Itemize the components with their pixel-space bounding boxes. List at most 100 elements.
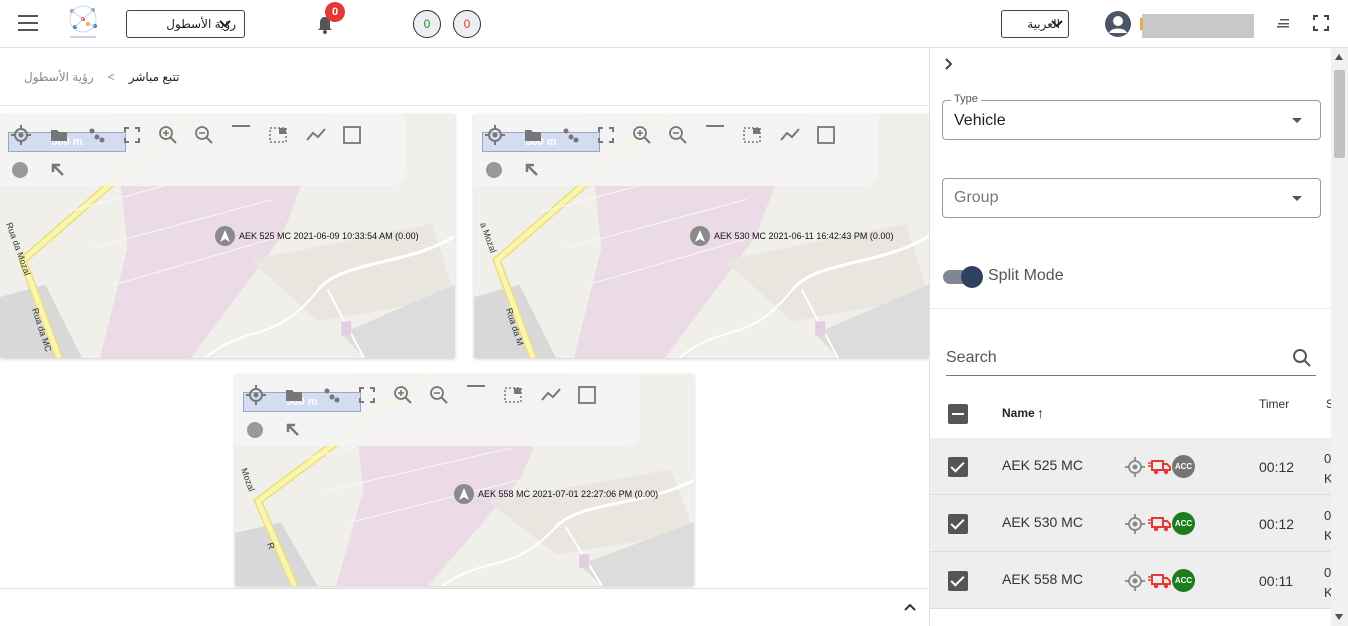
chevron-right-icon[interactable] — [940, 56, 956, 72]
truck-icon — [1148, 574, 1171, 589]
vehicle-marker-label: AEK 525 MC 2021-06-09 10:33:54 AM (0.00) — [239, 231, 419, 241]
scroll-thumb[interactable] — [1334, 70, 1345, 158]
group-select[interactable]: Group — [942, 178, 1321, 218]
vehicle-name: AEK 525 MC — [1002, 457, 1083, 473]
map-panel[interactable]: Mozal R 500 m AEK 558 MC 2021-07-01 22:2… — [235, 374, 694, 586]
column-header-name[interactable]: Name — [1002, 406, 1035, 420]
record-icon[interactable] — [9, 159, 31, 181]
vehicle-marker-label: AEK 530 MC 2021-06-11 16:42:43 PM (0.00) — [714, 231, 894, 241]
record-icon[interactable] — [244, 419, 266, 441]
avatar-icon[interactable] — [1104, 10, 1132, 38]
map-toolbar: 500 m — [474, 114, 879, 186]
side-divider — [930, 308, 1334, 309]
fit-bounds-icon[interactable] — [356, 384, 378, 406]
zoom-out-icon[interactable] — [428, 384, 450, 406]
search-placeholder: Search — [946, 349, 997, 366]
record-icon[interactable] — [483, 159, 505, 181]
column-header-timer[interactable]: Timer — [1259, 397, 1289, 411]
route-icon[interactable] — [779, 124, 801, 146]
caret-down-icon — [1292, 118, 1302, 123]
target-icon[interactable] — [1124, 513, 1146, 535]
pointer-arrow-icon[interactable] — [282, 419, 304, 441]
breadcrumb-divider — [0, 105, 928, 106]
vehicle-row[interactable]: AEK 558 MC ACC 00:11 0 K — [930, 552, 1334, 609]
route-icon[interactable] — [540, 384, 562, 406]
split-mode-toggle[interactable] — [943, 266, 983, 288]
row-checkbox[interactable] — [948, 571, 968, 591]
username-redacted — [1140, 14, 1254, 38]
vehicle-name: AEK 558 MC — [1002, 571, 1083, 587]
counter-offline[interactable]: 0 — [453, 10, 481, 38]
type-legend: Type — [951, 93, 981, 105]
measure-line-icon[interactable] — [230, 118, 252, 140]
row-checkbox[interactable] — [948, 514, 968, 534]
locate-icon[interactable] — [10, 124, 32, 146]
square-icon[interactable] — [341, 124, 363, 146]
zoom-in-icon[interactable] — [392, 384, 414, 406]
toggle-knob — [961, 266, 983, 288]
fit-bounds-icon[interactable] — [121, 124, 143, 146]
breadcrumb-root[interactable]: رؤية الأسطول — [24, 70, 94, 84]
breadcrumb-current: تتبع مباشر — [128, 70, 180, 84]
group-placeholder: Group — [954, 189, 999, 206]
folder-icon[interactable] — [48, 124, 70, 146]
zoom-out-icon[interactable] — [667, 124, 689, 146]
cluster-icon[interactable] — [85, 124, 107, 146]
map-panel[interactable]: Rua da Mozal Rua da MC 500 m AEK 525 MC … — [0, 114, 455, 358]
navigation-arrow-icon — [215, 226, 235, 246]
route-icon[interactable] — [305, 124, 327, 146]
pointer-arrow-icon[interactable] — [521, 159, 543, 181]
breadcrumb: رؤية الأسطول < تتبع مباشر — [24, 68, 224, 86]
menu-icon[interactable] — [18, 15, 38, 33]
folder-icon[interactable] — [522, 124, 544, 146]
scroll-down-arrow[interactable] — [1335, 614, 1343, 620]
type-select[interactable]: Type Vehicle — [942, 93, 1321, 140]
map-panel[interactable]: a Mozal Rua da M 500 m AEK 530 MC 2021-0… — [474, 114, 929, 358]
bottom-panel-bar — [0, 588, 928, 626]
search-icon[interactable] — [1292, 348, 1312, 368]
language-select[interactable]: العربية — [1001, 10, 1069, 38]
folder-icon[interactable] — [283, 384, 305, 406]
counter-online[interactable]: 0 — [413, 10, 441, 38]
select-all-checkbox[interactable] — [948, 404, 968, 424]
chevron-up-icon[interactable] — [902, 599, 918, 615]
chevron-down-icon — [1051, 20, 1063, 28]
measure-line-icon[interactable] — [465, 378, 487, 400]
navigation-arrow-icon — [454, 484, 474, 504]
measure-line-icon[interactable] — [704, 118, 726, 140]
locate-icon[interactable] — [484, 124, 506, 146]
zoom-in-icon[interactable] — [631, 124, 653, 146]
split-mode-label: Split Mode — [988, 267, 1064, 284]
truck-icon — [1148, 517, 1171, 532]
row-checkbox[interactable] — [948, 457, 968, 477]
scroll-up-arrow[interactable] — [1335, 54, 1343, 60]
search-input[interactable]: Search — [946, 344, 1316, 376]
breadcrumb-separator: < — [107, 70, 115, 84]
fleet-view-select[interactable]: رؤية الأسطول — [126, 10, 245, 38]
vehicle-row[interactable]: AEK 530 MC ACC 00:12 0 K — [930, 495, 1334, 552]
cluster-icon[interactable] — [320, 384, 342, 406]
cluster-icon[interactable] — [559, 124, 581, 146]
pointer-arrow-icon[interactable] — [47, 159, 69, 181]
vehicle-marker[interactable]: AEK 525 MC 2021-06-09 10:33:54 AM (0.00) — [215, 226, 419, 246]
vehicle-row[interactable]: AEK 525 MC ACC 00:12 0 K — [930, 438, 1334, 495]
zoom-in-icon[interactable] — [157, 124, 179, 146]
square-icon[interactable] — [815, 124, 837, 146]
vehicle-marker[interactable]: AEK 558 MC 2021-07-01 22:27:06 PM (0.00) — [454, 484, 658, 504]
select-area-icon[interactable] — [741, 124, 763, 146]
side-scrollbar[interactable] — [1331, 48, 1348, 626]
target-icon[interactable] — [1124, 456, 1146, 478]
square-icon[interactable] — [576, 384, 598, 406]
acc-status-badge: ACC — [1172, 455, 1195, 478]
vehicle-marker[interactable]: AEK 530 MC 2021-06-11 16:42:43 PM (0.00) — [690, 226, 893, 246]
fit-bounds-icon[interactable] — [595, 124, 617, 146]
fullscreen-icon[interactable] — [1313, 15, 1329, 31]
locate-icon[interactable] — [245, 384, 267, 406]
zoom-out-icon[interactable] — [193, 124, 215, 146]
target-icon[interactable] — [1124, 570, 1146, 592]
select-area-icon[interactable] — [502, 384, 524, 406]
navigation-arrow-icon — [690, 226, 710, 246]
select-area-icon[interactable] — [267, 124, 289, 146]
sort-arrow-up-icon[interactable]: ↑ — [1037, 405, 1044, 421]
sort-icon[interactable] — [1277, 18, 1291, 28]
